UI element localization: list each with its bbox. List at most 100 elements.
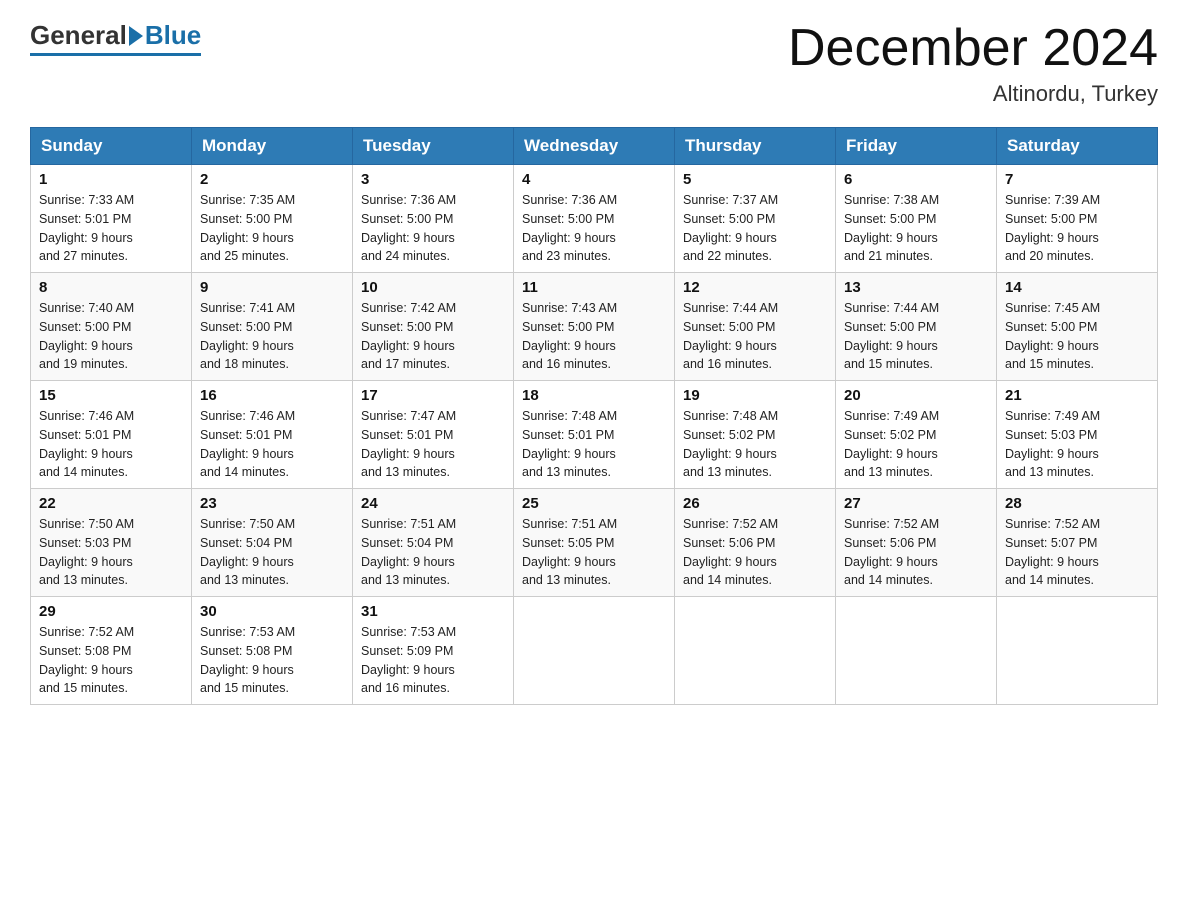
calendar-cell: 17 Sunrise: 7:47 AMSunset: 5:01 PMDayligh… bbox=[353, 381, 514, 489]
day-number: 15 bbox=[39, 387, 183, 404]
day-info: Sunrise: 7:49 AMSunset: 5:03 PMDaylight:… bbox=[1005, 407, 1149, 482]
logo: General Blue bbox=[30, 20, 201, 51]
day-number: 1 bbox=[39, 171, 183, 188]
day-info: Sunrise: 7:48 AMSunset: 5:02 PMDaylight:… bbox=[683, 407, 827, 482]
calendar-cell: 7 Sunrise: 7:39 AMSunset: 5:00 PMDaylight… bbox=[997, 165, 1158, 273]
calendar-cell: 1Sunrise: 7:33 AMSunset: 5:01 PMDaylight… bbox=[31, 165, 192, 273]
title-area: December 2024 Altinordu, Turkey bbox=[788, 20, 1158, 107]
day-info: Sunrise: 7:40 AMSunset: 5:00 PMDaylight:… bbox=[39, 299, 183, 374]
day-number: 9 bbox=[200, 279, 344, 296]
calendar-cell: 22 Sunrise: 7:50 AMSunset: 5:03 PMDayligh… bbox=[31, 489, 192, 597]
day-headers-row: SundayMondayTuesdayWednesdayThursdayFrid… bbox=[31, 128, 1158, 165]
day-info: Sunrise: 7:37 AMSunset: 5:00 PMDaylight:… bbox=[683, 191, 827, 266]
day-number: 25 bbox=[522, 495, 666, 512]
calendar-table: SundayMondayTuesdayWednesdayThursdayFrid… bbox=[30, 127, 1158, 705]
day-number: 29 bbox=[39, 603, 183, 620]
calendar-cell: 9 Sunrise: 7:41 AMSunset: 5:00 PMDaylight… bbox=[192, 273, 353, 381]
day-header-wednesday: Wednesday bbox=[514, 128, 675, 165]
day-header-thursday: Thursday bbox=[675, 128, 836, 165]
day-number: 16 bbox=[200, 387, 344, 404]
day-number: 22 bbox=[39, 495, 183, 512]
day-info: Sunrise: 7:47 AMSunset: 5:01 PMDaylight:… bbox=[361, 407, 505, 482]
calendar-cell bbox=[514, 597, 675, 705]
day-number: 7 bbox=[1005, 171, 1149, 188]
calendar-cell: 25 Sunrise: 7:51 AMSunset: 5:05 PMDayligh… bbox=[514, 489, 675, 597]
calendar-cell: 13 Sunrise: 7:44 AMSunset: 5:00 PMDayligh… bbox=[836, 273, 997, 381]
day-number: 12 bbox=[683, 279, 827, 296]
page-header: General Blue December 2024 Altinordu, Tu… bbox=[30, 20, 1158, 107]
day-number: 21 bbox=[1005, 387, 1149, 404]
calendar-cell: 30Sunrise: 7:53 AMSunset: 5:08 PMDayligh… bbox=[192, 597, 353, 705]
day-header-tuesday: Tuesday bbox=[353, 128, 514, 165]
calendar-cell bbox=[836, 597, 997, 705]
day-info: Sunrise: 7:41 AMSunset: 5:00 PMDaylight:… bbox=[200, 299, 344, 374]
calendar-cell bbox=[997, 597, 1158, 705]
day-info: Sunrise: 7:35 AMSunset: 5:00 PMDaylight:… bbox=[200, 191, 344, 266]
day-number: 5 bbox=[683, 171, 827, 188]
day-info: Sunrise: 7:52 AMSunset: 5:06 PMDaylight:… bbox=[844, 515, 988, 590]
week-row: 1Sunrise: 7:33 AMSunset: 5:01 PMDaylight… bbox=[31, 165, 1158, 273]
day-number: 20 bbox=[844, 387, 988, 404]
day-header-monday: Monday bbox=[192, 128, 353, 165]
day-info: Sunrise: 7:46 AMSunset: 5:01 PMDaylight:… bbox=[39, 407, 183, 482]
day-info: Sunrise: 7:39 AMSunset: 5:00 PMDaylight:… bbox=[1005, 191, 1149, 266]
calendar-cell: 10 Sunrise: 7:42 AMSunset: 5:00 PMDayligh… bbox=[353, 273, 514, 381]
calendar-cell: 29Sunrise: 7:52 AMSunset: 5:08 PMDayligh… bbox=[31, 597, 192, 705]
day-number: 18 bbox=[522, 387, 666, 404]
day-number: 13 bbox=[844, 279, 988, 296]
calendar-cell: 18 Sunrise: 7:48 AMSunset: 5:01 PMDayligh… bbox=[514, 381, 675, 489]
day-number: 17 bbox=[361, 387, 505, 404]
logo-general: General bbox=[30, 20, 127, 51]
day-info: Sunrise: 7:46 AMSunset: 5:01 PMDaylight:… bbox=[200, 407, 344, 482]
day-number: 4 bbox=[522, 171, 666, 188]
day-number: 2 bbox=[200, 171, 344, 188]
day-number: 27 bbox=[844, 495, 988, 512]
day-number: 24 bbox=[361, 495, 505, 512]
calendar-cell: 20Sunrise: 7:49 AMSunset: 5:02 PMDayligh… bbox=[836, 381, 997, 489]
calendar-cell: 27 Sunrise: 7:52 AMSunset: 5:06 PMDayligh… bbox=[836, 489, 997, 597]
calendar-cell: 11 Sunrise: 7:43 AMSunset: 5:00 PMDayligh… bbox=[514, 273, 675, 381]
day-number: 11 bbox=[522, 279, 666, 296]
month-year-title: December 2024 bbox=[788, 20, 1158, 77]
calendar-cell: 24 Sunrise: 7:51 AMSunset: 5:04 PMDayligh… bbox=[353, 489, 514, 597]
calendar-cell: 19 Sunrise: 7:48 AMSunset: 5:02 PMDayligh… bbox=[675, 381, 836, 489]
day-info: Sunrise: 7:43 AMSunset: 5:00 PMDaylight:… bbox=[522, 299, 666, 374]
day-info: Sunrise: 7:36 AMSunset: 5:00 PMDaylight:… bbox=[522, 191, 666, 266]
day-info: Sunrise: 7:45 AMSunset: 5:00 PMDaylight:… bbox=[1005, 299, 1149, 374]
day-info: Sunrise: 7:50 AMSunset: 5:04 PMDaylight:… bbox=[200, 515, 344, 590]
calendar-cell: 14Sunrise: 7:45 AMSunset: 5:00 PMDayligh… bbox=[997, 273, 1158, 381]
day-number: 26 bbox=[683, 495, 827, 512]
day-number: 6 bbox=[844, 171, 988, 188]
day-number: 8 bbox=[39, 279, 183, 296]
calendar-cell: 26Sunrise: 7:52 AMSunset: 5:06 PMDayligh… bbox=[675, 489, 836, 597]
calendar-cell: 16 Sunrise: 7:46 AMSunset: 5:01 PMDayligh… bbox=[192, 381, 353, 489]
day-header-sunday: Sunday bbox=[31, 128, 192, 165]
day-info: Sunrise: 7:50 AMSunset: 5:03 PMDaylight:… bbox=[39, 515, 183, 590]
logo-underline bbox=[30, 53, 201, 56]
calendar-cell: 12Sunrise: 7:44 AMSunset: 5:00 PMDayligh… bbox=[675, 273, 836, 381]
day-info: Sunrise: 7:44 AMSunset: 5:00 PMDaylight:… bbox=[844, 299, 988, 374]
day-number: 3 bbox=[361, 171, 505, 188]
day-number: 31 bbox=[361, 603, 505, 620]
day-number: 10 bbox=[361, 279, 505, 296]
calendar-cell: 15 Sunrise: 7:46 AMSunset: 5:01 PMDayligh… bbox=[31, 381, 192, 489]
day-info: Sunrise: 7:52 AMSunset: 5:07 PMDaylight:… bbox=[1005, 515, 1149, 590]
logo-blue: Blue bbox=[145, 20, 201, 51]
day-info: Sunrise: 7:48 AMSunset: 5:01 PMDaylight:… bbox=[522, 407, 666, 482]
calendar-cell bbox=[675, 597, 836, 705]
day-number: 19 bbox=[683, 387, 827, 404]
day-info: Sunrise: 7:51 AMSunset: 5:04 PMDaylight:… bbox=[361, 515, 505, 590]
day-info: Sunrise: 7:42 AMSunset: 5:00 PMDaylight:… bbox=[361, 299, 505, 374]
day-info: Sunrise: 7:53 AMSunset: 5:09 PMDaylight:… bbox=[361, 623, 505, 698]
day-info: Sunrise: 7:38 AMSunset: 5:00 PMDaylight:… bbox=[844, 191, 988, 266]
calendar-cell: 3Sunrise: 7:36 AMSunset: 5:00 PMDaylight… bbox=[353, 165, 514, 273]
day-number: 23 bbox=[200, 495, 344, 512]
calendar-cell: 2 Sunrise: 7:35 AMSunset: 5:00 PMDaylight… bbox=[192, 165, 353, 273]
day-number: 30 bbox=[200, 603, 344, 620]
day-info: Sunrise: 7:51 AMSunset: 5:05 PMDaylight:… bbox=[522, 515, 666, 590]
day-header-saturday: Saturday bbox=[997, 128, 1158, 165]
calendar-cell: 21 Sunrise: 7:49 AMSunset: 5:03 PMDayligh… bbox=[997, 381, 1158, 489]
calendar-cell: 8 Sunrise: 7:40 AMSunset: 5:00 PMDaylight… bbox=[31, 273, 192, 381]
logo-arrow-icon bbox=[129, 26, 143, 46]
week-row: 8 Sunrise: 7:40 AMSunset: 5:00 PMDaylight… bbox=[31, 273, 1158, 381]
